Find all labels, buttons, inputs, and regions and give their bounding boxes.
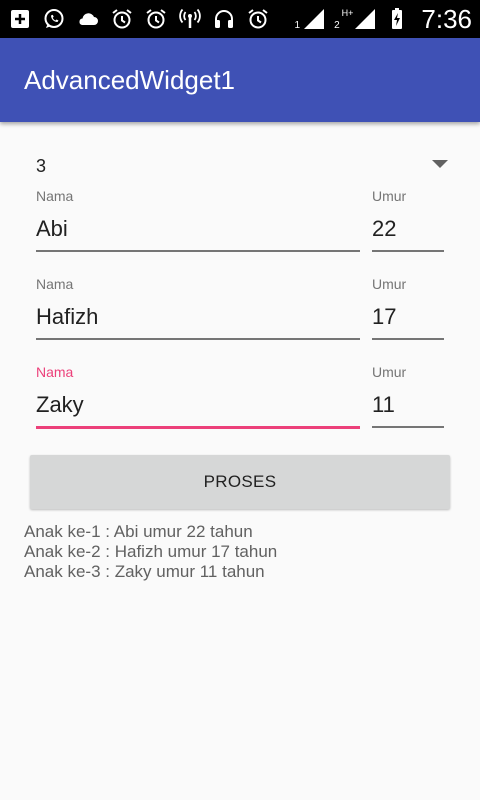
age-input[interactable] xyxy=(372,216,444,242)
name-label: Nama xyxy=(36,364,74,380)
name-underline xyxy=(36,338,360,340)
name-label: Nama xyxy=(36,188,74,204)
age-field[interactable]: Umur xyxy=(372,274,444,346)
app-bar: AdvancedWidget1 xyxy=(0,38,480,122)
dropdown-arrow-icon[interactable] xyxy=(432,160,448,168)
result-line: Anak ke-1 : Abi umur 22 tahun xyxy=(24,522,253,541)
cloud-icon xyxy=(76,7,100,31)
age-field[interactable]: Umur xyxy=(372,186,444,258)
name-field[interactable]: Nama xyxy=(36,186,360,258)
name-input[interactable] xyxy=(36,304,360,330)
name-input[interactable] xyxy=(36,392,360,418)
battery-icon xyxy=(385,7,409,31)
clock: 7:36 xyxy=(421,3,472,34)
age-input[interactable] xyxy=(372,304,444,330)
wireless-tower-icon xyxy=(178,7,202,31)
count-spinner[interactable]: 3 xyxy=(24,148,456,184)
age-underline xyxy=(372,250,444,252)
name-label: Nama xyxy=(36,276,74,292)
sim1-label: 1 xyxy=(294,19,301,31)
child-row: Nama Umur xyxy=(0,186,480,258)
spinner-value: 3 xyxy=(36,155,47,176)
age-underline xyxy=(372,426,444,428)
age-underline xyxy=(372,338,444,340)
name-field[interactable]: Nama xyxy=(36,274,360,346)
age-label: Umur xyxy=(372,188,407,204)
result-text: Anak ke-1 : Abi umur 22 tahun Anak ke-2 … xyxy=(24,522,464,582)
child-row: Nama Umur xyxy=(0,274,480,346)
age-label: Umur xyxy=(372,276,407,292)
alarm-icon xyxy=(110,7,134,31)
network-type-label: H+ xyxy=(341,8,354,18)
name-underline xyxy=(36,250,360,252)
result-line: Anak ke-2 : Hafizh umur 17 tahun xyxy=(24,542,278,561)
name-field[interactable]: Nama xyxy=(36,362,360,434)
proses-button[interactable]: PROSES xyxy=(30,455,450,509)
headset-icon xyxy=(212,7,236,31)
add-box-icon xyxy=(8,7,32,31)
age-label: Umur xyxy=(372,364,407,380)
signal-icon xyxy=(302,7,326,31)
alarm-icon xyxy=(144,7,168,31)
status-bar: 1 2 H+ 7:36 xyxy=(0,0,480,38)
age-input[interactable] xyxy=(372,392,444,418)
age-field[interactable]: Umur xyxy=(372,362,444,434)
child-row: Nama Umur xyxy=(0,362,480,434)
whatsapp-icon xyxy=(42,7,66,31)
name-input[interactable] xyxy=(36,216,360,242)
app-title: AdvancedWidget1 xyxy=(24,64,236,95)
sim2-label: 2 xyxy=(334,19,340,31)
alarm-icon xyxy=(246,7,270,31)
name-underline xyxy=(36,426,360,429)
result-line: Anak ke-3 : Zaky umur 11 tahun xyxy=(24,562,265,581)
signal-icon xyxy=(353,7,377,31)
